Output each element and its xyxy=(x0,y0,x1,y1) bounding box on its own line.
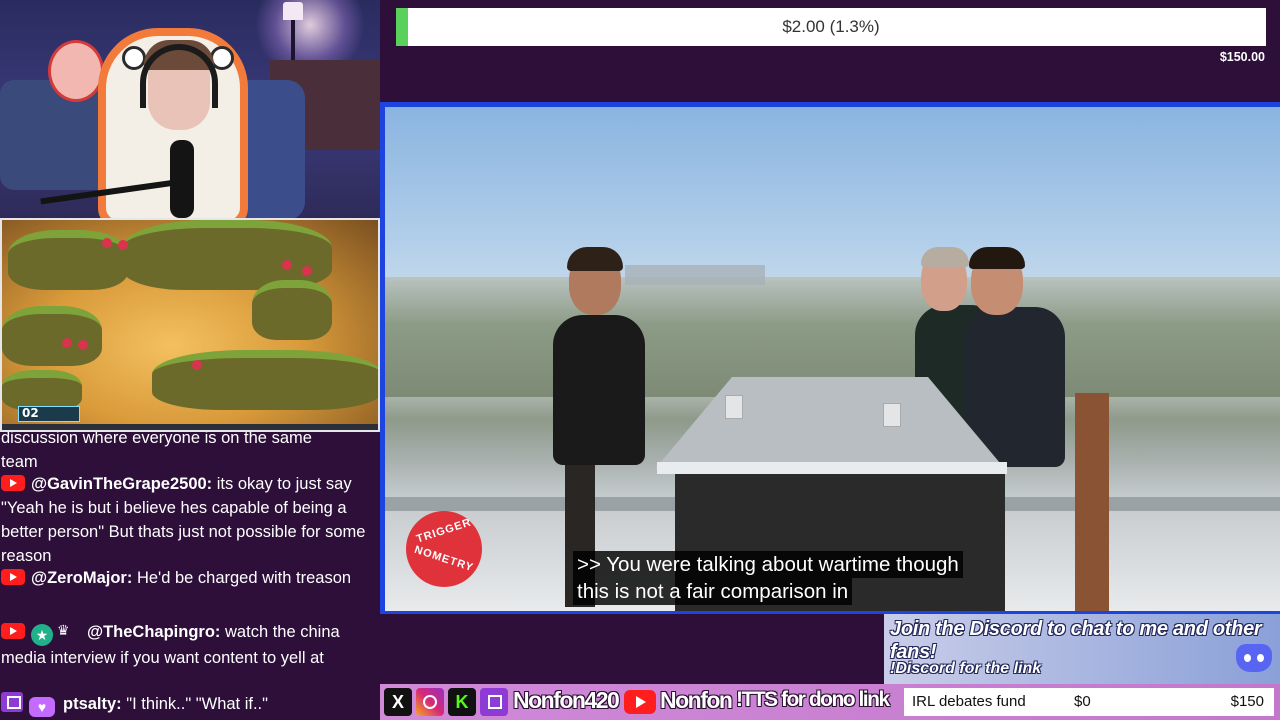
youtube-icon xyxy=(1,569,25,585)
subtitle-line: this is not a fair comparison in xyxy=(573,578,853,605)
fund-current: $0 xyxy=(1074,693,1091,710)
berry xyxy=(302,266,312,276)
chat-panel: discussion where everyone is on the same… xyxy=(0,432,380,720)
floating-island xyxy=(252,280,332,340)
fund-goal-bar: IRL debates fund $0 $150 xyxy=(904,688,1274,716)
water-glass xyxy=(883,403,901,427)
logo-text-bottom: NOMETRY xyxy=(412,543,476,575)
bottom-strip: Join the Discord to chat to me and other… xyxy=(380,614,1280,684)
subtitle-line: >> You were talking about wartime though xyxy=(573,551,963,578)
water-glass xyxy=(725,395,743,419)
host-hair xyxy=(969,247,1025,269)
kick-icon[interactable]: K xyxy=(448,688,476,716)
chair-right xyxy=(1075,393,1109,611)
subtitles: >> You were talking about wartime though… xyxy=(573,551,963,605)
chat-message-text: "I think.." "What if.." xyxy=(126,695,268,713)
discord-subtitle: !Discord for the link xyxy=(890,660,1042,677)
berry xyxy=(192,360,202,370)
social-handle-youtube[interactable]: Nonfon xyxy=(660,687,733,714)
game-hud-number: 02 xyxy=(22,406,39,420)
berry xyxy=(118,240,128,250)
chat-message-text: team xyxy=(1,453,38,471)
discord-title: Join the Discord to chat to me and other… xyxy=(890,618,1262,663)
table-edge xyxy=(657,462,1007,474)
floating-island xyxy=(152,350,378,410)
game-capture: 02 xyxy=(0,218,380,432)
chat-message-text: discussion where everyone is on the same xyxy=(1,432,312,447)
chat-message: ♥ ptsalty: "I think.." "What if.." xyxy=(1,692,377,717)
chat-message: ★ ♛ @TheChapingro: watch the china media i… xyxy=(1,620,377,670)
face-poster xyxy=(48,40,104,102)
chat-username[interactable]: @TheChapingro: xyxy=(87,623,220,641)
tts-label: !TTS for dono link xyxy=(736,688,890,711)
interviewer-body xyxy=(553,315,645,465)
berry xyxy=(62,338,72,348)
donation-goal-bar: $2.00 (1.3%) xyxy=(396,8,1266,46)
donation-goal-current: $2.00 (1.3%) xyxy=(782,17,880,36)
chat-message-partial: discussion where everyone is on the same… xyxy=(1,432,377,474)
discord-banner[interactable]: Join the Discord to chat to me and other… xyxy=(884,614,1280,684)
triggernometry-logo: TRIGGER NOMETRY xyxy=(406,511,482,587)
discord-icon xyxy=(1236,644,1272,672)
chat-message: @GavinTheGrape2500: its okay to just say… xyxy=(1,472,377,568)
donation-goal-panel: $2.00 (1.3%) $150.00 xyxy=(380,0,1280,102)
lamp xyxy=(283,2,303,20)
chat-message: @ZeroMajor: He'd be charged with treason xyxy=(1,566,377,590)
heart-badge-icon: ♥ xyxy=(29,697,55,717)
interviewer-hair xyxy=(567,247,623,271)
fund-goal-amount: $150 xyxy=(1230,693,1264,710)
webcam-feed xyxy=(0,0,380,218)
x-icon[interactable]: X xyxy=(384,688,412,716)
socials-bar: X K Nonfon420 Nonfon !TTS for dono link … xyxy=(380,684,1280,720)
floating-island xyxy=(2,306,102,366)
floating-island xyxy=(2,370,82,410)
twitch-icon[interactable] xyxy=(480,688,508,716)
berry xyxy=(78,340,88,350)
chat-message-text: He'd be charged with treason xyxy=(136,569,352,587)
chat-username[interactable]: @ZeroMajor: xyxy=(31,569,132,587)
lamp-pole xyxy=(291,20,295,60)
social-handle-primary[interactable]: Nonfon420 xyxy=(513,687,620,714)
video-player[interactable]: TRIGGER NOMETRY >> You were talking abou… xyxy=(385,107,1280,611)
instagram-icon[interactable] xyxy=(416,688,444,716)
youtube-icon xyxy=(1,475,25,491)
guest-hair xyxy=(921,247,969,267)
video-frame: TRIGGER NOMETRY >> You were talking abou… xyxy=(380,102,1280,614)
chat-username[interactable]: ptsalty: xyxy=(63,695,122,713)
berry xyxy=(102,238,112,248)
youtube-icon[interactable] xyxy=(624,690,656,714)
chat-username[interactable]: @GavinTheGrape2500: xyxy=(31,475,212,493)
crown-badge-icon: ♛ xyxy=(57,622,70,638)
youtube-icon xyxy=(1,623,25,639)
fund-name: IRL debates fund xyxy=(912,693,1026,710)
donation-goal-target: $150.00 xyxy=(1219,50,1265,64)
berry xyxy=(282,260,292,270)
member-badge-icon: ★ xyxy=(31,624,53,646)
game-taskbar xyxy=(2,424,378,430)
twitch-icon xyxy=(1,692,23,712)
skyline xyxy=(625,265,765,285)
